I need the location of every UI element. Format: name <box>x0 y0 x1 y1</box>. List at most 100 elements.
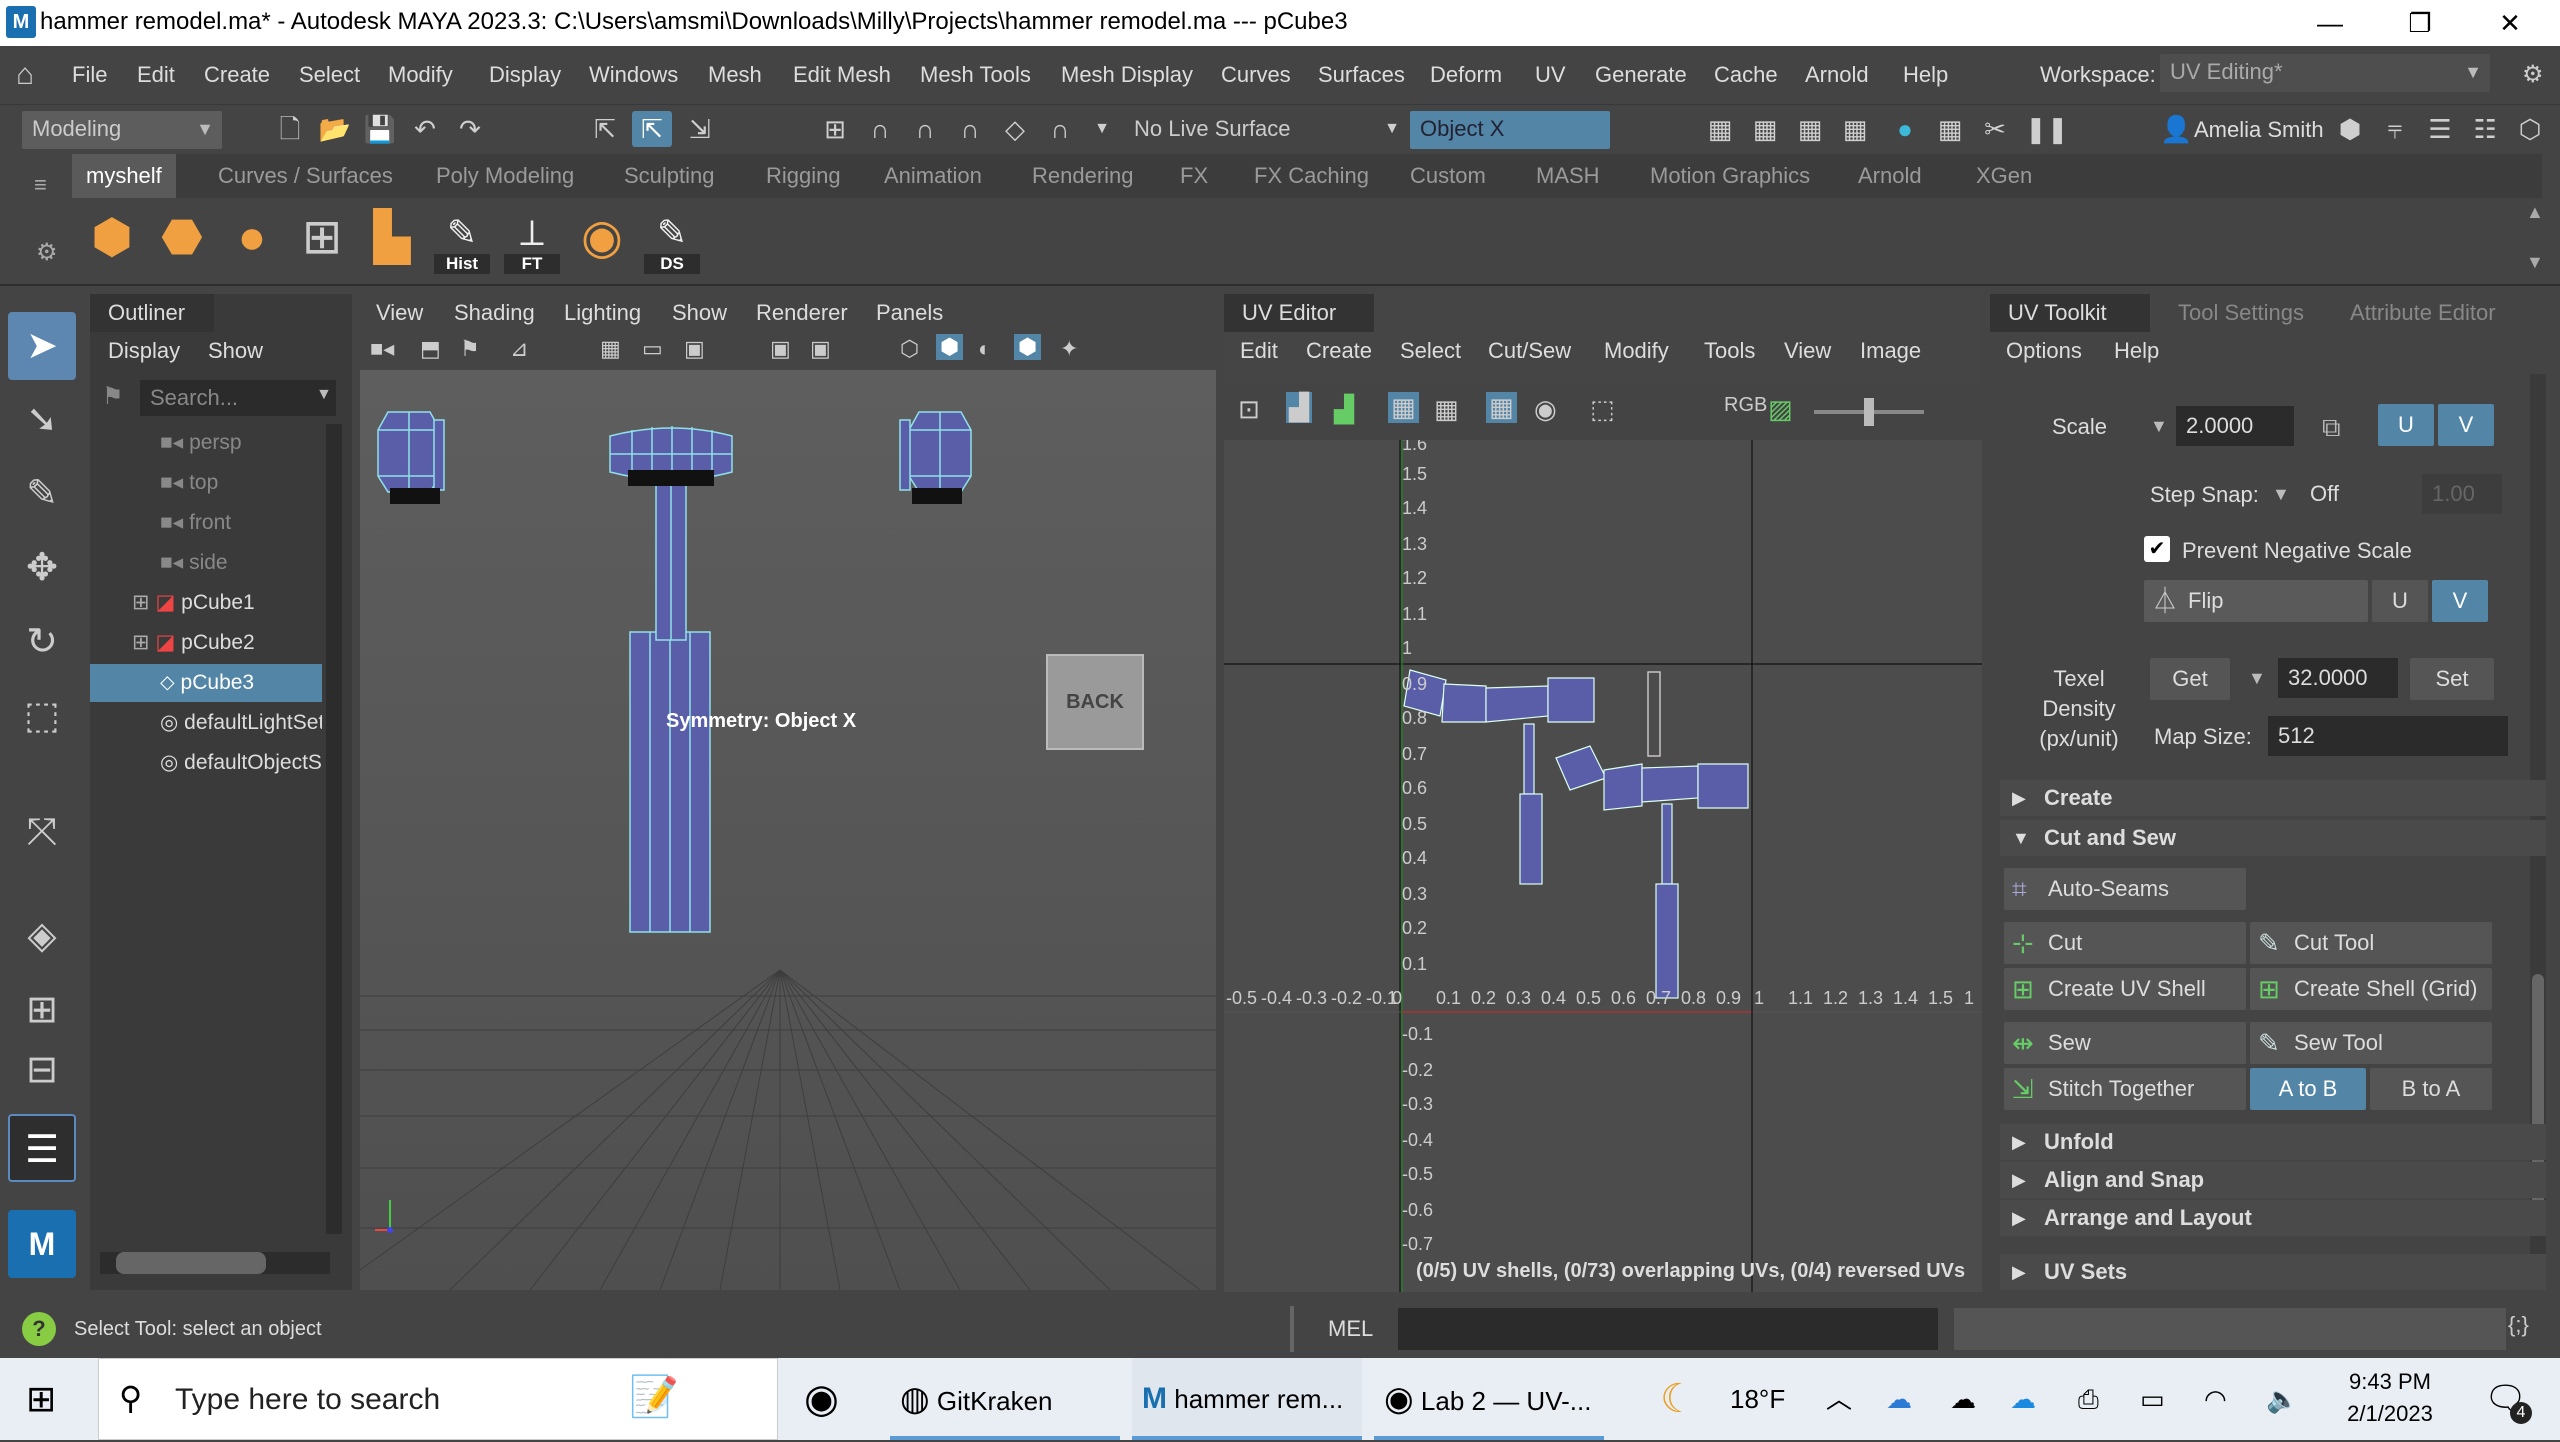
snap-view-icon[interactable]: ∩ <box>950 111 990 147</box>
outliner-item-front[interactable]: ■◂ front <box>90 504 322 542</box>
step-snap-chevron-icon[interactable]: ▼ <box>2272 484 2290 505</box>
weather-temperature[interactable]: 18°F <box>1730 1358 1785 1440</box>
render-current-icon[interactable]: ▦ <box>1745 111 1785 147</box>
expand-icon[interactable]: ⊞ <box>132 631 150 654</box>
outliner-item-pcube2[interactable]: ⊞ ◪ pCube2 <box>90 624 322 662</box>
two-pane-layout-icon[interactable]: ⊟ <box>8 1036 76 1104</box>
menu-set-dropdown[interactable]: Modeling ▼ <box>22 111 222 149</box>
snap-edge-icon[interactable]: ∩ <box>1040 111 1080 147</box>
outliner-item-side[interactable]: ■◂ side <box>90 544 322 582</box>
view-cube-back[interactable]: BACK <box>1046 654 1144 750</box>
taskbar-clock[interactable]: 9:43 PM 2/1/2023 <box>2320 1366 2460 1436</box>
weather-moon-icon[interactable]: ☾ <box>1660 1358 1696 1440</box>
chrome-icon[interactable]: ◉ <box>804 1358 839 1440</box>
home-icon[interactable]: ⌂ <box>16 58 34 92</box>
create-uv-shell-button[interactable]: ⊞ Create UV Shell <box>2004 968 2246 1010</box>
shelf-settings-gear-icon[interactable]: ⚙ <box>36 238 58 267</box>
undo-icon[interactable]: ↶ <box>405 111 445 147</box>
tab-tool-settings[interactable]: Tool Settings <box>2160 294 2330 332</box>
tab-curves-surfaces[interactable]: Curves / Surfaces <box>204 154 407 198</box>
menu-create[interactable]: Create <box>204 62 270 88</box>
uv-distortion-icon[interactable]: ▟ <box>1334 394 1354 425</box>
poly-cylinder-icon[interactable]: ⬣ <box>154 208 210 268</box>
auto-seams-button[interactable]: ⌗ Auto-Seams <box>2004 868 2246 910</box>
tab-rendering[interactable]: Rendering <box>1018 154 1148 198</box>
shelf-scroll-down-icon[interactable]: ▼ <box>2526 252 2544 273</box>
save-scene-icon[interactable]: 💾 <box>360 111 400 147</box>
snap-options-chevron-icon[interactable]: ▼ <box>1090 111 1114 147</box>
open-scene-icon[interactable]: 📂 <box>315 111 355 147</box>
hypershade-icon[interactable]: ● <box>1885 111 1925 147</box>
scale-u-button[interactable]: U <box>2378 404 2434 446</box>
expand-icon[interactable]: ⊞ <box>132 591 150 614</box>
uv-checker-icon[interactable]: ▦ <box>1486 392 1517 423</box>
four-pane-layout-icon[interactable]: ⊞ <box>8 976 76 1044</box>
redo-icon[interactable]: ↷ <box>450 111 490 147</box>
poly-sphere-icon[interactable]: ● <box>224 208 280 268</box>
grid-icon[interactable]: ▦ <box>600 336 621 362</box>
tool-settings-icon[interactable]: ☰ <box>2420 111 2460 147</box>
menu-display[interactable]: Display <box>489 62 561 88</box>
uv-bbox-icon[interactable]: ⊡ <box>1238 394 1260 425</box>
viewport-menu-shading[interactable]: Shading <box>454 300 535 326</box>
new-scene-icon[interactable]: 🗋 <box>270 111 310 147</box>
stitch-b-to-a-button[interactable]: B to A <box>2370 1068 2492 1110</box>
uv-menu-create[interactable]: Create <box>1306 338 1372 364</box>
stitch-together-button[interactable]: ⇲ Stitch Together <box>2004 1068 2246 1110</box>
tab-arnold[interactable]: Arnold <box>1844 154 1936 198</box>
uv-menu-view[interactable]: View <box>1784 338 1831 364</box>
symmetry-chevron-icon[interactable]: ▼ <box>1380 111 1404 147</box>
user-name[interactable]: Amelia Smith <box>2194 117 2324 143</box>
maximize-button[interactable]: ❐ <box>2380 0 2460 46</box>
smooth-shade-icon[interactable]: ⬢ <box>936 334 964 360</box>
tab-fx-caching[interactable]: FX Caching <box>1240 154 1383 198</box>
uv-canvas[interactable]: 1.6 1.5 1.4 1.3 1.2 1.1 1 0.9 0.8 0.7 0.… <box>1224 440 1982 1292</box>
snap-grid-icon[interactable]: ⊞ <box>815 111 855 147</box>
cut-button[interactable]: ⊹ Cut <box>2004 922 2246 964</box>
select-object-icon[interactable]: ⇱ <box>632 111 672 147</box>
script-editor-icon[interactable]: {;} <box>2508 1312 2529 1338</box>
tab-mash[interactable]: MASH <box>1522 154 1614 198</box>
uv-image-icon[interactable]: ◉ <box>1534 394 1557 425</box>
outliner-layout-icon[interactable]: ☰ <box>8 1114 76 1182</box>
modeling-toolkit-icon[interactable]: ⬢ <box>2330 111 2370 147</box>
perspective-viewport[interactable]: View Shading Lighting Show Renderer Pane… <box>359 294 1216 1291</box>
menu-file[interactable]: File <box>72 62 107 88</box>
battery-icon[interactable]: ▭ <box>2140 1358 2165 1440</box>
live-surface-field[interactable]: No Live Surface <box>1124 111 1344 149</box>
pause-icon[interactable]: ❚❚ <box>2025 111 2069 147</box>
viewport-menu-renderer[interactable]: Renderer <box>756 300 848 326</box>
tab-sculpting[interactable]: Sculpting <box>610 154 729 198</box>
step-snap-dropdown[interactable]: Off <box>2300 474 2416 514</box>
tray-onedrive-error-icon[interactable]: ☁ <box>1886 1358 1912 1440</box>
menu-deform[interactable]: Deform <box>1430 62 1502 88</box>
tab-rigging[interactable]: Rigging <box>752 154 855 198</box>
uv-grid-icon[interactable]: ▦ <box>1388 392 1419 423</box>
resolution-gate-icon[interactable]: ▣ <box>684 336 705 362</box>
section-create[interactable]: ▶ Create <box>2000 780 2546 816</box>
uv-exposure-slider[interactable] <box>1814 398 1924 426</box>
viewport-menu-lighting[interactable]: Lighting <box>564 300 641 326</box>
uv-rgb-icon[interactable]: RGB <box>1724 394 1767 417</box>
outliner-item-default-light-set[interactable]: ◎ defaultLightSet <box>90 704 322 742</box>
scale-value-field[interactable]: 2.0000 <box>2176 406 2294 446</box>
uv-snapshot-icon[interactable]: ⬚ <box>1590 394 1615 425</box>
shelf-menu-icon[interactable]: ≡ <box>34 172 47 198</box>
workspace-dropdown[interactable]: UV Editing* ▼ <box>2160 54 2490 92</box>
paint-select-icon[interactable]: ✎ <box>8 460 76 528</box>
camera-icon[interactable]: ■◂ <box>370 336 394 362</box>
uv-menu-cut-sew[interactable]: Cut/Sew <box>1488 338 1571 364</box>
step-snap-amount-field[interactable]: 1.00 <box>2422 474 2502 514</box>
outliner-item-default-object-set[interactable]: ◎ defaultObjectSet <box>90 744 322 782</box>
viewport-menu-show[interactable]: Show <box>672 300 727 326</box>
outliner-item-persp[interactable]: ■◂ persp <box>90 424 322 462</box>
outliner-title[interactable]: Outliner <box>90 294 214 332</box>
poly-cube-icon[interactable]: ⬢ <box>84 208 140 268</box>
extrude-icon[interactable]: ▙ <box>364 208 420 268</box>
scale-tool-icon[interactable]: ⬚ <box>8 682 76 750</box>
select-component-icon[interactable]: ⇲ <box>680 111 720 147</box>
viewport-canvas[interactable]: Symmetry: Object X BACK <box>359 370 1216 1291</box>
arnold-render-icon[interactable]: ▦ <box>1930 111 1970 147</box>
outliner-vertical-scrollbar[interactable] <box>326 424 342 1234</box>
camera-attributes-icon[interactable]: ⬒ <box>420 336 441 362</box>
